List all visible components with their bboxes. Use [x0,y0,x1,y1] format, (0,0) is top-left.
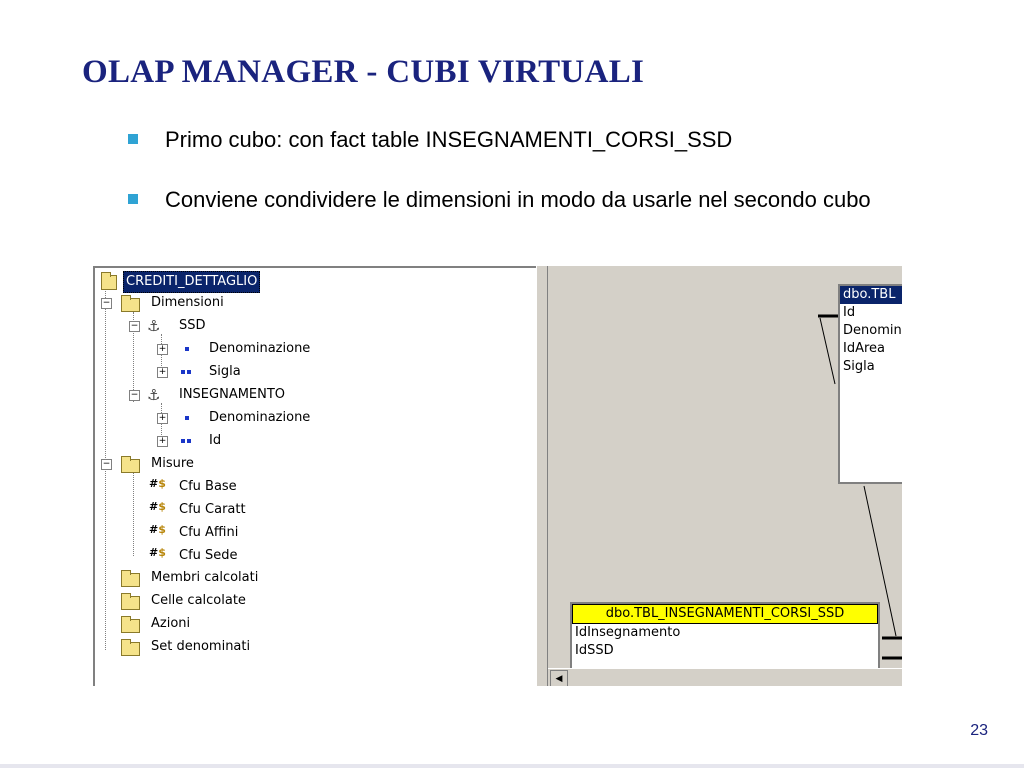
tree-node-label: Cfu Affini [179,525,239,540]
measure-icon: #$ [149,500,166,513]
schema-table-ssd[interactable]: dbo.TBL Id Denomin IdArea Sigla [838,284,902,484]
slide-title: OLAP MANAGER - CUBI VIRTUALI [82,54,645,90]
tree-node-label: Cfu Sede [179,548,238,563]
table-field: Denomin [843,323,902,338]
cube-tree-panel: CREDITI_DETTAGLIO − Dimensioni − ⚓ SSD +… [93,266,538,686]
folder-icon [121,616,140,633]
folder-icon [121,639,140,656]
collapse-icon[interactable]: − [129,321,140,332]
tree-node-label: CREDITI_DETTAGLIO [123,271,261,293]
dimension-icon: ⚓ [147,386,161,404]
table-field: Sigla [843,359,875,374]
table-field: Id [843,305,856,320]
level-icon [187,370,191,374]
olap-manager-screenshot: CREDITI_DETTAGLIO − Dimensioni − ⚓ SSD +… [93,266,902,686]
tree-node-label: Cfu Caratt [179,502,246,517]
level-icon [181,370,185,374]
scroll-left-icon[interactable]: ◀ [550,670,568,686]
table-field: IdInsegnamento [575,625,681,640]
collapse-icon[interactable]: − [129,390,140,401]
bullet-text: Primo cubo: con fact table INSEGNAMENTI_… [165,127,733,152]
dimension-icon: ⚓ [147,317,161,335]
expand-icon[interactable]: + [157,413,168,424]
tree-node-label: Misure [151,456,194,471]
tree-node-label: Sigla [209,364,241,379]
expand-icon[interactable]: + [157,436,168,447]
page-number: 23 [970,722,988,739]
tree-node-label: SSD [179,318,206,333]
tree-node-label: Azioni [151,616,191,631]
tree-node-label: Membri calcolati [151,570,259,585]
panel-splitter[interactable] [536,266,548,686]
tree-line [133,472,134,556]
tree-node-label: Id [209,433,222,448]
footer-bar [0,764,1024,768]
folder-open-icon [121,295,140,312]
tree-node-label: Set denominati [151,639,251,654]
level-icon [185,347,189,351]
folder-icon [121,593,140,610]
collapse-icon[interactable]: − [101,298,112,309]
measure-icon: #$ [149,477,166,490]
table-field: IdArea [843,341,886,356]
bullet-text: Conviene condividere le dimensioni in mo… [165,187,871,212]
table-title: dbo.TBL_INSEGNAMENTI_CORSI_SSD [572,604,878,624]
folder-icon [121,570,140,587]
tree-node-label: Denominazione [209,341,311,356]
expand-icon[interactable]: + [157,344,168,355]
tree-node-label: Celle calcolate [151,593,246,608]
tree-node-label: Dimensioni [151,295,224,310]
level-icon [187,439,191,443]
bullet-square-icon [128,194,138,204]
table-field: IdSSD [575,643,614,658]
level-icon [181,439,185,443]
cube-icon [101,272,117,290]
collapse-icon[interactable]: − [101,459,112,470]
measure-icon: #$ [149,523,166,536]
tree-node-label: INSEGNAMENTO [179,387,286,402]
table-title: dbo.TBL [840,286,902,304]
schema-canvas: dbo.TBL Id Denomin IdArea Sigla dbo.TBL_… [548,266,902,686]
level-icon [185,416,189,420]
folder-open-icon [121,456,140,473]
bullet-square-icon [128,134,138,144]
measure-icon: #$ [149,546,166,559]
tree-node-label: Cfu Base [179,479,237,494]
tree-node-label: Denominazione [209,410,311,425]
expand-icon[interactable]: + [157,367,168,378]
horizontal-scrollbar[interactable]: ◀ [548,668,902,686]
